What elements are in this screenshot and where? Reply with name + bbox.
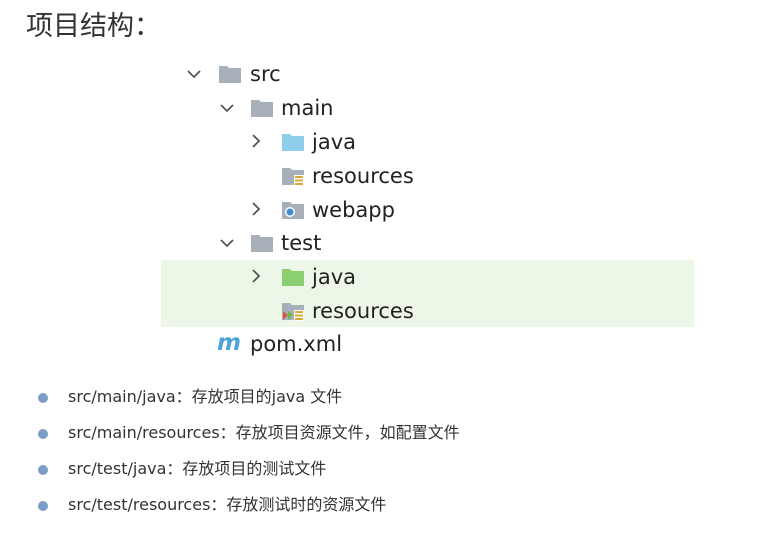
project-tree: src main java resources webapp test java… (0, 0, 783, 370)
list-item: src/main/resources：存放项目资源文件，如配置文件 (38, 420, 460, 442)
test-resources-folder-icon (282, 303, 304, 321)
tree-item-test-resources[interactable]: resources (312, 295, 414, 327)
bullet-dot (38, 465, 48, 475)
resources-folder-icon (282, 168, 304, 186)
list-item-text: src/test/resources：存放测试时的资源文件 (68, 495, 387, 514)
list-item-text: src/test/java：存放项目的测试文件 (68, 459, 327, 478)
chevron-down-icon[interactable] (218, 234, 236, 252)
folder-icon (251, 235, 273, 252)
chevron-down-icon[interactable] (185, 65, 203, 83)
test-folder-icon (282, 269, 304, 286)
source-folder-icon (282, 134, 304, 151)
list-item: src/test/resources：存放测试时的资源文件 (38, 492, 386, 514)
tree-item-pom[interactable]: pom.xml (250, 328, 342, 360)
tree-item-main[interactable]: main (281, 92, 333, 124)
tree-item-test-java[interactable]: java (312, 261, 356, 293)
tree-item-main-java[interactable]: java (312, 126, 356, 158)
chevron-right-icon[interactable] (247, 132, 265, 150)
bullet-dot (38, 429, 48, 439)
tree-item-src[interactable]: src (250, 58, 281, 90)
bullet-dot (38, 501, 48, 511)
tree-item-main-webapp[interactable]: webapp (312, 194, 395, 226)
tree-item-test[interactable]: test (281, 227, 321, 259)
folder-icon (219, 66, 241, 83)
tree-item-main-resources[interactable]: resources (312, 160, 414, 192)
chevron-right-icon[interactable] (247, 267, 265, 285)
maven-icon: m (217, 330, 241, 356)
folder-icon (251, 100, 273, 117)
chevron-down-icon[interactable] (218, 99, 236, 117)
list-item: src/test/java：存放项目的测试文件 (38, 456, 326, 478)
list-item-text: src/main/java：存放项目的java 文件 (68, 387, 343, 406)
chevron-right-icon[interactable] (247, 200, 265, 218)
test-selection-highlight (161, 260, 694, 327)
list-item-text: src/main/resources：存放项目资源文件，如配置文件 (68, 423, 460, 442)
list-item: src/main/java：存放项目的java 文件 (38, 384, 342, 406)
bullet-dot (38, 393, 48, 403)
web-folder-icon (282, 202, 304, 219)
